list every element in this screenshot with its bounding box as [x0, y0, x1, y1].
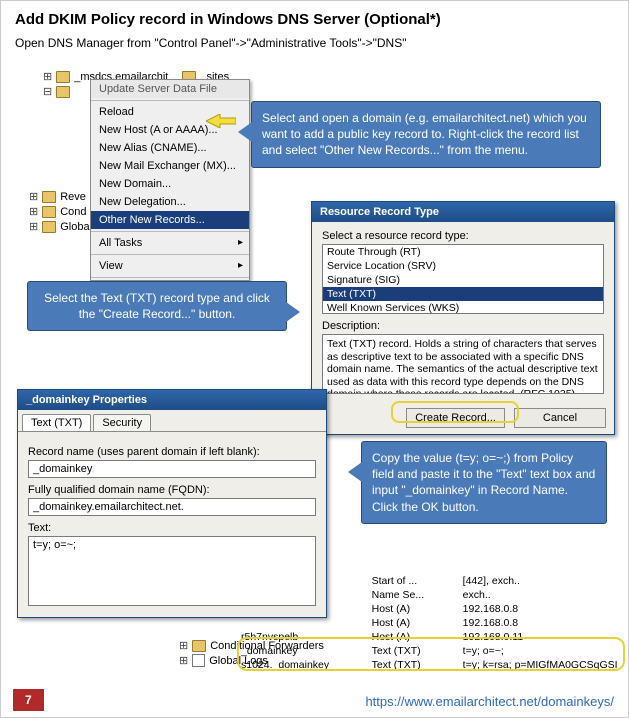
rec-type: Host (A)	[372, 617, 461, 629]
footer-url[interactable]: https://www.emailarchitect.net/domainkey…	[365, 694, 614, 709]
rec-type: Text (TXT)	[372, 645, 461, 657]
ctx-other-new-records[interactable]: Other New Records...	[91, 211, 249, 229]
rec-name[interactable]: s1024._domainkey	[241, 659, 370, 671]
tree-toggle-icon[interactable]: ⊞	[29, 220, 38, 233]
rec-type: Text (TXT)	[372, 659, 461, 671]
intro-text: Open DNS Manager from "Control Panel"->"…	[15, 36, 614, 50]
record-name-label: Record name (uses parent domain if left …	[28, 446, 316, 458]
folder-icon	[56, 71, 70, 83]
resource-record-dialog: Resource Record Type Select a resource r…	[311, 201, 615, 435]
callout-select-txt: Select the Text (TXT) record type and cl…	[27, 281, 287, 331]
domainkey-properties-dialog: _domainkey Properties Text (TXT) Securit…	[17, 389, 327, 618]
folder-icon	[42, 221, 56, 233]
rec-type: Host (A)	[372, 603, 461, 615]
folder-icon	[192, 640, 206, 652]
opt-sig[interactable]: Signature (SIG)	[323, 273, 603, 287]
page-title: Add DKIM Policy record in Windows DNS Se…	[15, 11, 614, 28]
tree-node[interactable]: Globa	[60, 221, 89, 233]
yellow-arrow-icon	[206, 114, 236, 128]
rec-type: Name Se...	[372, 589, 461, 601]
rec-data: 192.168.0.8	[463, 617, 621, 629]
cancel-button[interactable]: Cancel	[514, 408, 606, 428]
ctx-header: Update Server Data File	[91, 80, 249, 98]
rec-data: t=y; o=~;	[463, 645, 621, 657]
tab-text-txt[interactable]: Text (TXT)	[22, 414, 91, 431]
rec-data: t=y; k=rsa; p=MIGfMA0GCSqGSI	[463, 659, 621, 671]
description-label: Description:	[322, 320, 604, 332]
folder-icon	[56, 86, 70, 98]
create-record-button[interactable]: Create Record...	[406, 408, 505, 428]
opt-wks[interactable]: Well Known Services (WKS)	[323, 301, 603, 314]
record-type-listbox[interactable]: Route Through (RT) Service Location (SRV…	[322, 244, 604, 314]
context-menu: Update Server Data File Reload New Host …	[90, 79, 250, 281]
rec-data: 192.168.0.11	[463, 631, 621, 643]
tree-node[interactable]: Reve	[60, 191, 86, 203]
opt-rt[interactable]: Route Through (RT)	[323, 245, 603, 259]
log-icon	[192, 654, 205, 667]
dialog-title: Resource Record Type	[312, 202, 614, 222]
rec-name[interactable]: r5h7nvspelb	[241, 631, 370, 643]
tree-toggle-icon[interactable]: ⊞	[29, 190, 38, 203]
tree-toggle-icon[interactable]: ⊟	[43, 85, 52, 98]
opt-srv[interactable]: Service Location (SRV)	[323, 259, 603, 273]
text-input[interactable]	[28, 536, 316, 606]
tab-security[interactable]: Security	[93, 414, 151, 431]
ctx-view[interactable]: View	[91, 257, 249, 275]
ctx-new-mx[interactable]: New Mail Exchanger (MX)...	[91, 157, 249, 175]
callout-open-domain: Select and open a domain (e.g. emailarch…	[251, 101, 601, 168]
ctx-new-delegation[interactable]: New Delegation...	[91, 193, 249, 211]
record-name-input[interactable]	[28, 460, 316, 478]
fqdn-label: Fully qualified domain name (FQDN):	[28, 484, 316, 496]
select-type-label: Select a resource record type:	[322, 230, 604, 242]
rec-name[interactable]: _domainkey	[241, 645, 370, 657]
rec-name[interactable]	[241, 617, 370, 629]
rec-data: 192.168.0.8	[463, 603, 621, 615]
folder-icon	[42, 206, 56, 218]
tree-toggle-icon[interactable]: ⊞	[43, 70, 52, 83]
page-number: 7	[13, 689, 44, 711]
callout-copy-value: Copy the value (t=y; o=~;) from Policy f…	[361, 441, 607, 524]
tree-toggle-icon[interactable]: ⊞	[29, 205, 38, 218]
footer: 7 https://www.emailarchitect.net/domaink…	[1, 685, 628, 717]
description-box: Text (TXT) record. Holds a string of cha…	[322, 334, 604, 394]
rec-data: exch..	[463, 589, 621, 601]
fqdn-input[interactable]	[28, 498, 316, 516]
rec-type: Start of ...	[372, 575, 461, 587]
ctx-new-alias[interactable]: New Alias (CNAME)...	[91, 139, 249, 157]
tree-node[interactable]: Cond	[60, 206, 86, 218]
ctx-new-domain[interactable]: New Domain...	[91, 175, 249, 193]
tree-toggle-icon[interactable]: ⊞	[179, 639, 188, 652]
folder-icon	[42, 191, 56, 203]
opt-txt[interactable]: Text (TXT)	[323, 287, 603, 301]
rec-type: Host (A)	[372, 631, 461, 643]
prop-dialog-title: _domainkey Properties	[18, 390, 326, 410]
ctx-all-tasks[interactable]: All Tasks	[91, 234, 249, 252]
dns-tree: ⊞ _msdcs.emailarchit _sites ⊟ ⊞ Reve ⊞ C…	[15, 69, 235, 234]
rec-data: [442], exch..	[463, 575, 621, 587]
tree-toggle-icon[interactable]: ⊞	[179, 654, 188, 667]
text-label: Text:	[28, 522, 316, 534]
